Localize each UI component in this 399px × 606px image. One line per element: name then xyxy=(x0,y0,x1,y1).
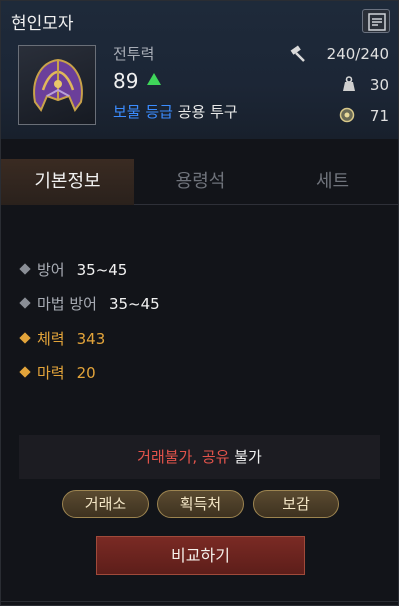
diamond-bullet-icon xyxy=(19,263,31,275)
tab-basic-info[interactable]: 기본정보 xyxy=(1,159,134,205)
attr-health: 체력 343 xyxy=(19,328,105,349)
expand-icon xyxy=(368,13,386,31)
slot-label: 공용 투구 xyxy=(177,103,238,121)
trade-restriction-bar: 거래불가, 공유 불가 xyxy=(19,435,380,479)
item-tooltip-panel: 현인모자 전투력 89 보물 등급 공용 투구 240/240 30 71 기본… xyxy=(0,0,399,606)
exchange-button[interactable]: 거래소 xyxy=(62,490,149,518)
durability-value: 240/240 xyxy=(326,45,389,63)
arrow-up-icon xyxy=(147,73,161,85)
item-icon-frame xyxy=(18,45,96,125)
tab-set[interactable]: 세트 xyxy=(266,159,399,205)
diamond-bullet-icon xyxy=(19,366,31,378)
attr-defense: 방어 35~45 xyxy=(19,259,127,280)
trade-restriction-suffix: 불가 xyxy=(229,448,262,466)
diamond-bullet-icon xyxy=(19,332,31,344)
info-tabs: 기본정보 용령석 세트 xyxy=(1,159,398,205)
power-value: 89 xyxy=(113,69,139,93)
tab-dragon-stone[interactable]: 용령석 xyxy=(134,159,267,205)
hammer-icon xyxy=(290,45,305,62)
item-title: 현인모자 xyxy=(11,14,74,34)
weight-value: 30 xyxy=(369,76,389,94)
power-label: 전투력 xyxy=(113,45,155,63)
bottom-divider xyxy=(1,601,398,602)
helmet-icon xyxy=(33,58,83,112)
level-icon xyxy=(339,107,355,123)
source-button[interactable]: 획득처 xyxy=(157,490,244,518)
attr-mana: 마력 20 xyxy=(19,362,96,383)
compare-button[interactable]: 비교하기 xyxy=(96,536,305,575)
level-value: 71 xyxy=(369,107,389,125)
attr-magic-defense: 마법 방어 35~45 xyxy=(19,293,160,314)
item-header: 현인모자 전투력 89 보물 등급 공용 투구 240/240 30 71 xyxy=(1,1,398,139)
weight-icon xyxy=(343,76,355,91)
diamond-bullet-icon xyxy=(19,297,31,309)
grade-line: 보물 등급 공용 투구 xyxy=(113,101,238,122)
trade-restriction-text: 거래불가, 공유 xyxy=(137,448,230,466)
collection-button[interactable]: 보감 xyxy=(253,490,339,518)
expand-button[interactable] xyxy=(362,9,390,33)
grade-label: 보물 등급 xyxy=(113,103,173,121)
